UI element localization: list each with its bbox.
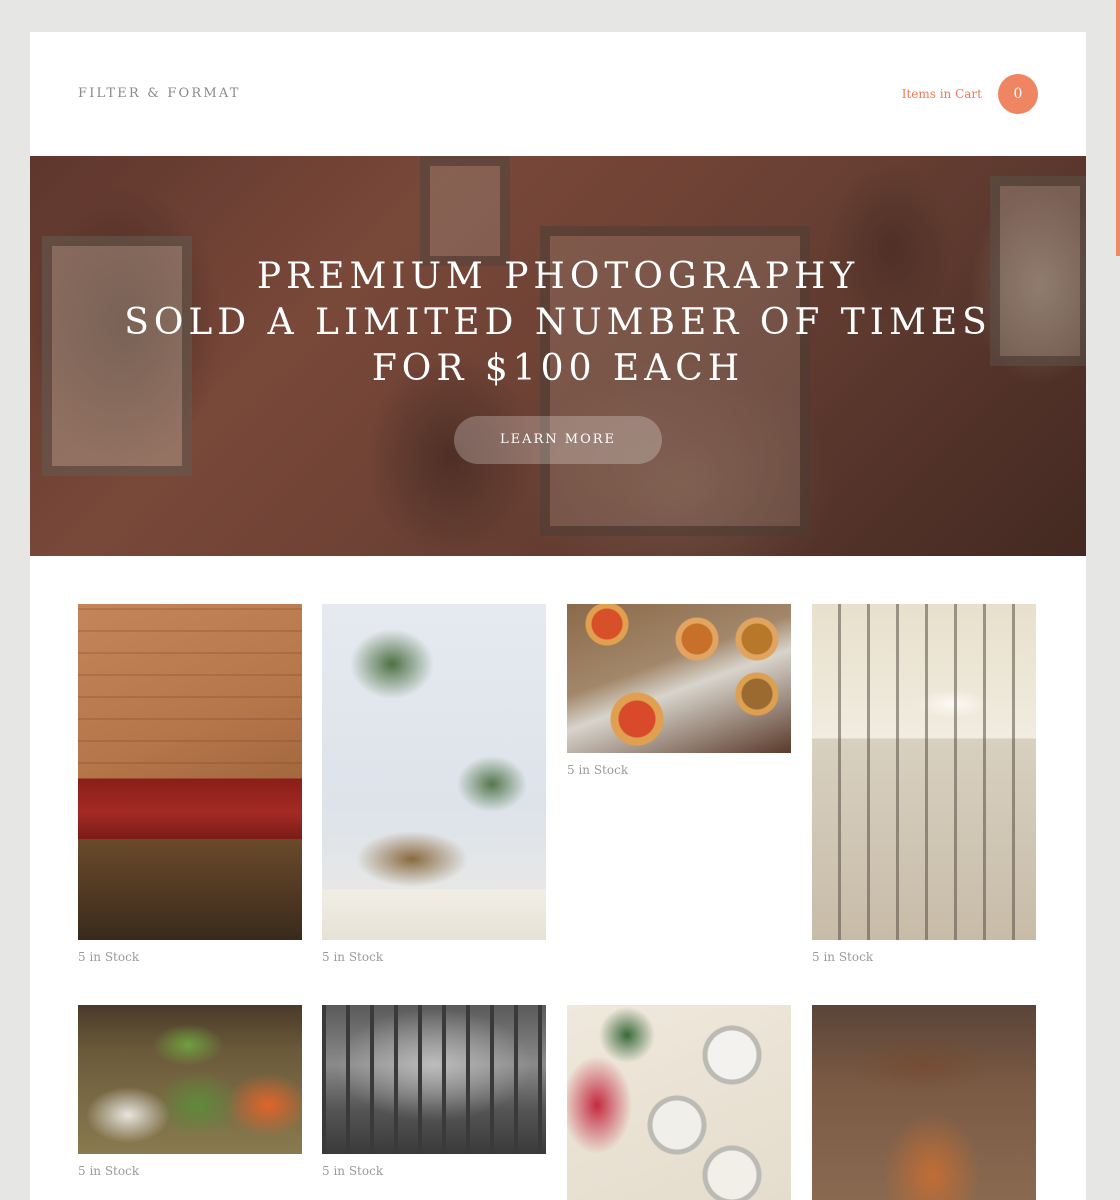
hero-line: PREMIUM PHOTOGRAPHY bbox=[256, 256, 860, 297]
product-image-dog-on-stairs[interactable] bbox=[812, 604, 1036, 940]
product-card[interactable] bbox=[567, 1005, 791, 1200]
product-image-restaurant-booth[interactable] bbox=[78, 604, 302, 940]
page-container: FILTER & FORMAT Items in Cart 0 PREMIUM … bbox=[30, 32, 1086, 1200]
site-logo[interactable]: FILTER & FORMAT bbox=[78, 86, 241, 101]
product-image-drink-glass[interactable] bbox=[812, 1005, 1036, 1200]
stock-label: 5 in Stock bbox=[78, 950, 140, 964]
hero-banner: PREMIUM PHOTOGRAPHY SOLD A LIMITED NUMBE… bbox=[30, 156, 1086, 556]
site-header: FILTER & FORMAT Items in Cart 0 bbox=[30, 32, 1086, 156]
product-image-forest-bw[interactable] bbox=[322, 1005, 546, 1154]
stock-label: 5 in Stock bbox=[322, 950, 384, 964]
cart-count-badge[interactable]: 0 bbox=[998, 74, 1038, 114]
product-card[interactable]: 5 in Stock bbox=[322, 1005, 546, 1178]
stock-label: 5 in Stock bbox=[78, 1164, 140, 1178]
scrollbar-thumb[interactable] bbox=[1116, 0, 1120, 256]
product-card[interactable]: 5 in Stock bbox=[78, 604, 302, 964]
product-card[interactable] bbox=[812, 1005, 1036, 1200]
product-card[interactable]: 5 in Stock bbox=[78, 1005, 302, 1178]
cart-label[interactable]: Items in Cart bbox=[902, 87, 982, 101]
stock-label: 5 in Stock bbox=[567, 763, 629, 777]
cart-widget[interactable]: Items in Cart 0 bbox=[902, 74, 1038, 114]
product-image-ice-cream-cups[interactable] bbox=[567, 1005, 791, 1200]
product-card[interactable]: 5 in Stock bbox=[322, 604, 546, 964]
product-card[interactable]: 5 in Stock bbox=[567, 604, 791, 777]
product-image-palm-trees-beach[interactable] bbox=[322, 604, 546, 940]
product-card[interactable]: 5 in Stock bbox=[812, 604, 1036, 964]
hero-content: PREMIUM PHOTOGRAPHY SOLD A LIMITED NUMBE… bbox=[30, 254, 1086, 464]
stock-label: 5 in Stock bbox=[812, 950, 874, 964]
product-image-vegetable-market[interactable] bbox=[78, 1005, 302, 1154]
scrollbar[interactable] bbox=[1114, 0, 1120, 256]
stock-label: 5 in Stock bbox=[322, 1164, 384, 1178]
product-image-pizza-tarts[interactable] bbox=[567, 604, 791, 753]
hero-line: SOLD A LIMITED NUMBER OF TIMES bbox=[124, 302, 992, 343]
learn-more-button[interactable]: LEARN MORE bbox=[454, 416, 662, 464]
hero-headline: PREMIUM PHOTOGRAPHY SOLD A LIMITED NUMBE… bbox=[30, 254, 1086, 392]
hero-line: FOR $100 EACH bbox=[371, 348, 745, 389]
